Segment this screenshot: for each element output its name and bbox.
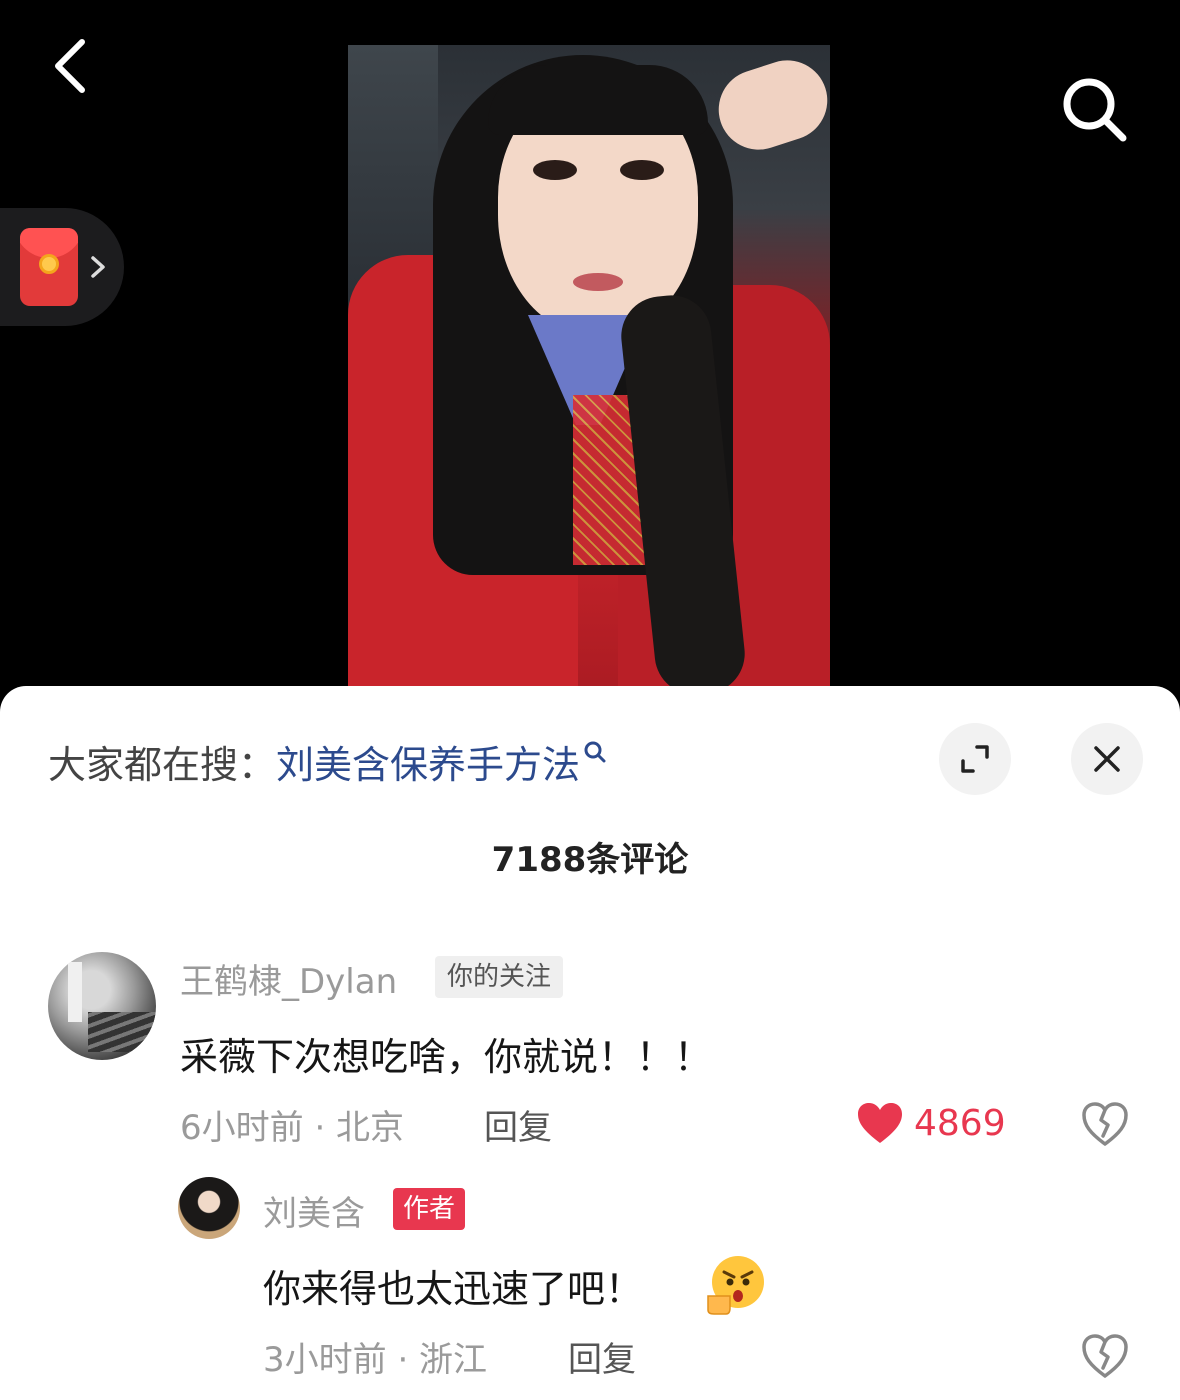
red-envelope-icon (20, 228, 78, 306)
trending-search-keyword[interactable]: 刘美含保养手方法 (276, 734, 580, 789)
chevron-right-icon (91, 256, 105, 278)
comment-meta: 6小时前 · 北京 (180, 1108, 405, 1148)
video-player[interactable] (348, 45, 830, 700)
small-search-icon (584, 741, 606, 763)
trending-search-label: 大家都在搜： (48, 742, 277, 787)
angry-emoji-icon (707, 1256, 764, 1315)
red-envelope-entry[interactable] (0, 208, 124, 326)
broken-heart-icon[interactable] (1081, 1332, 1129, 1380)
comment-text[interactable]: 采薇下次想吃啥，你就说！！！ (180, 1026, 712, 1081)
trending-search-bar[interactable]: 大家都在搜： 刘美含保养手方法 (48, 734, 608, 789)
video-area (0, 0, 1180, 720)
like-button[interactable]: 4869 (856, 1098, 1006, 1148)
comment-sheet: 大家都在搜： 刘美含保养手方法 7188条评论 王鹤棣_Dylan 你的关注 采… (0, 686, 1180, 1400)
back-button[interactable] (40, 30, 110, 100)
comment-username[interactable]: 刘美含 (263, 1186, 365, 1235)
close-button[interactable] (1071, 723, 1143, 795)
expand-button[interactable] (939, 723, 1011, 795)
avatar[interactable] (48, 952, 156, 1060)
comment-meta: 3小时前 · 浙江 (263, 1340, 488, 1380)
following-badge: 你的关注 (435, 956, 564, 998)
comment-count: 7188条评论 (491, 840, 689, 880)
expand-icon (961, 745, 989, 773)
like-count: 4869 (914, 1102, 1006, 1144)
broken-heart-icon[interactable] (1081, 1100, 1129, 1148)
reply-button[interactable]: 回复 (484, 1100, 552, 1149)
avatar[interactable] (178, 1177, 240, 1239)
close-icon (1094, 746, 1120, 772)
search-icon (1063, 78, 1127, 142)
search-button[interactable] (1055, 70, 1135, 150)
comment-username[interactable]: 王鹤棣_Dylan (180, 954, 397, 1003)
comment-text[interactable]: 你来得也太迅速了吧！ (263, 1258, 643, 1313)
chevron-left-icon (55, 39, 85, 93)
heart-filled-icon (858, 1103, 902, 1143)
reply-button[interactable]: 回复 (568, 1332, 636, 1381)
author-badge: 作者 (393, 1188, 466, 1230)
